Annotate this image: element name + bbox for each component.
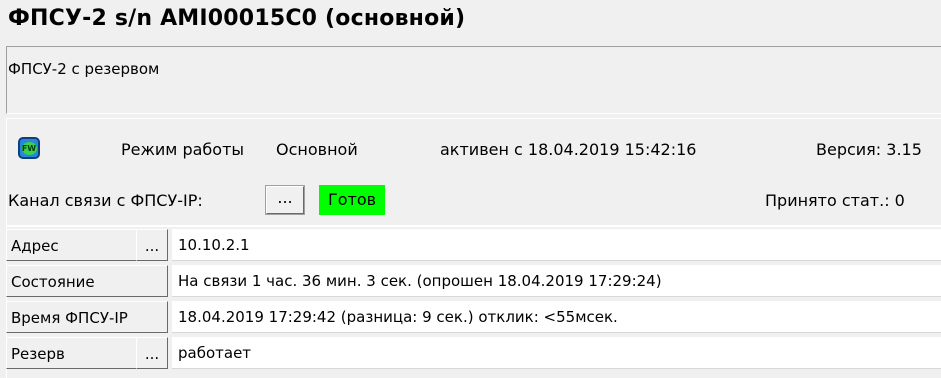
property-value: работает: [178, 344, 252, 362]
property-label: Время ФПСУ-IP: [11, 309, 128, 327]
channel-status-badge: Готов: [319, 185, 385, 215]
property-row-time: Время ФПСУ-IP 18.04.2019 17:29:42 (разни…: [6, 299, 941, 335]
description-field[interactable]: [6, 46, 941, 114]
received-stat: Принято стат.: 0: [765, 191, 905, 210]
properties-grid: Адрес ... 10.10.2.1 Состояние На связи 1…: [6, 225, 941, 369]
address-options-button[interactable]: ...: [136, 229, 168, 261]
property-label: Адрес: [11, 237, 59, 255]
description-text: ФПСУ-2 с резервом: [8, 60, 160, 78]
property-row-state: Состояние На связи 1 час. 36 мин. 3 сек.…: [6, 263, 941, 299]
property-label-cell: Состояние: [6, 265, 168, 297]
window-title: ФПСУ-2 s/n AMI00015C0 (основной): [8, 6, 466, 31]
property-value: 18.04.2019 17:29:42 (разница: 9 сек.) от…: [178, 308, 618, 326]
channel-label: Канал связи с ФПСУ-IP:: [8, 191, 203, 210]
mode-value: Основной: [276, 140, 358, 159]
fw-icon: FW: [18, 137, 40, 159]
property-label-cell: Время ФПСУ-IP: [6, 301, 168, 333]
active-since: активен с 18.04.2019 15:42:16: [440, 140, 697, 159]
property-row-reserve: Резерв ... работает: [6, 335, 941, 371]
version-label: Версия: 3.15: [816, 140, 922, 159]
property-value-cell[interactable]: [172, 229, 941, 261]
property-label: Резерв: [11, 345, 65, 363]
mode-label: Режим работы: [121, 140, 245, 159]
channel-options-button[interactable]: ...: [265, 185, 305, 215]
reserve-options-button[interactable]: ...: [136, 337, 168, 369]
property-label: Состояние: [11, 273, 95, 291]
property-value: На связи 1 час. 36 мин. 3 сек. (опрошен …: [178, 272, 662, 290]
property-row-address: Адрес ... 10.10.2.1: [6, 227, 941, 263]
property-value: 10.10.2.1: [178, 236, 250, 254]
property-value-cell[interactable]: [172, 337, 941, 369]
